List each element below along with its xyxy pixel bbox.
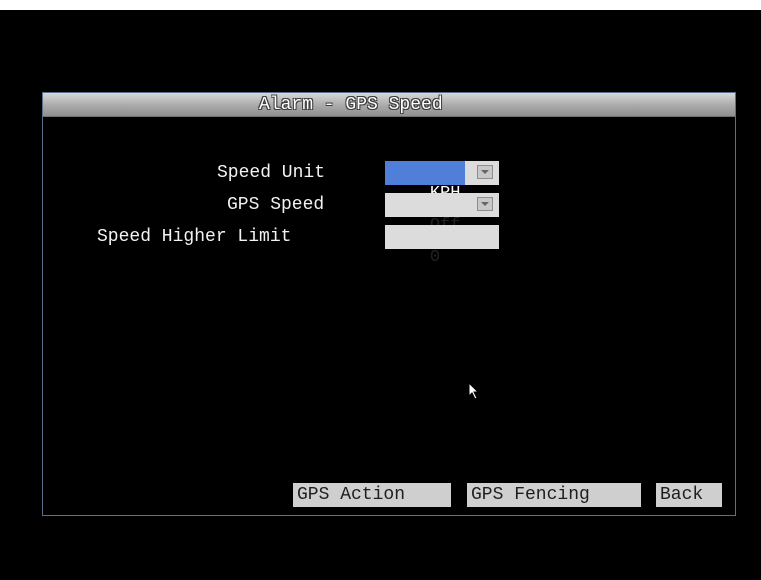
speed-unit-label: Speed Unit xyxy=(217,163,326,183)
speed-unit-select[interactable]: KPH xyxy=(385,161,499,203)
speed-limit-label: Speed Higher Limit xyxy=(97,227,292,247)
gps-action-button[interactable]: GPS Action xyxy=(293,483,451,507)
top-border-strip xyxy=(0,0,761,10)
gps-speed-select[interactable]: Off xyxy=(385,193,499,235)
dropdown-arrow-icon[interactable] xyxy=(477,165,493,179)
gps-speed-dialog: Alarm - GPS Speed Speed Unit KPH GPS Spe… xyxy=(42,92,736,516)
back-button[interactable]: Back xyxy=(656,483,722,507)
dropdown-arrow-icon[interactable] xyxy=(477,197,493,211)
dialog-title-bar: Alarm - GPS Speed xyxy=(43,93,735,117)
speed-limit-value: 0 xyxy=(429,248,441,267)
mouse-pointer-icon xyxy=(468,382,480,400)
speed-limit-input[interactable]: 0 xyxy=(385,225,499,267)
gps-speed-label: GPS Speed xyxy=(227,195,325,215)
gps-fencing-button[interactable]: GPS Fencing xyxy=(467,483,641,507)
dialog-title: Alarm - GPS Speed xyxy=(259,95,443,115)
